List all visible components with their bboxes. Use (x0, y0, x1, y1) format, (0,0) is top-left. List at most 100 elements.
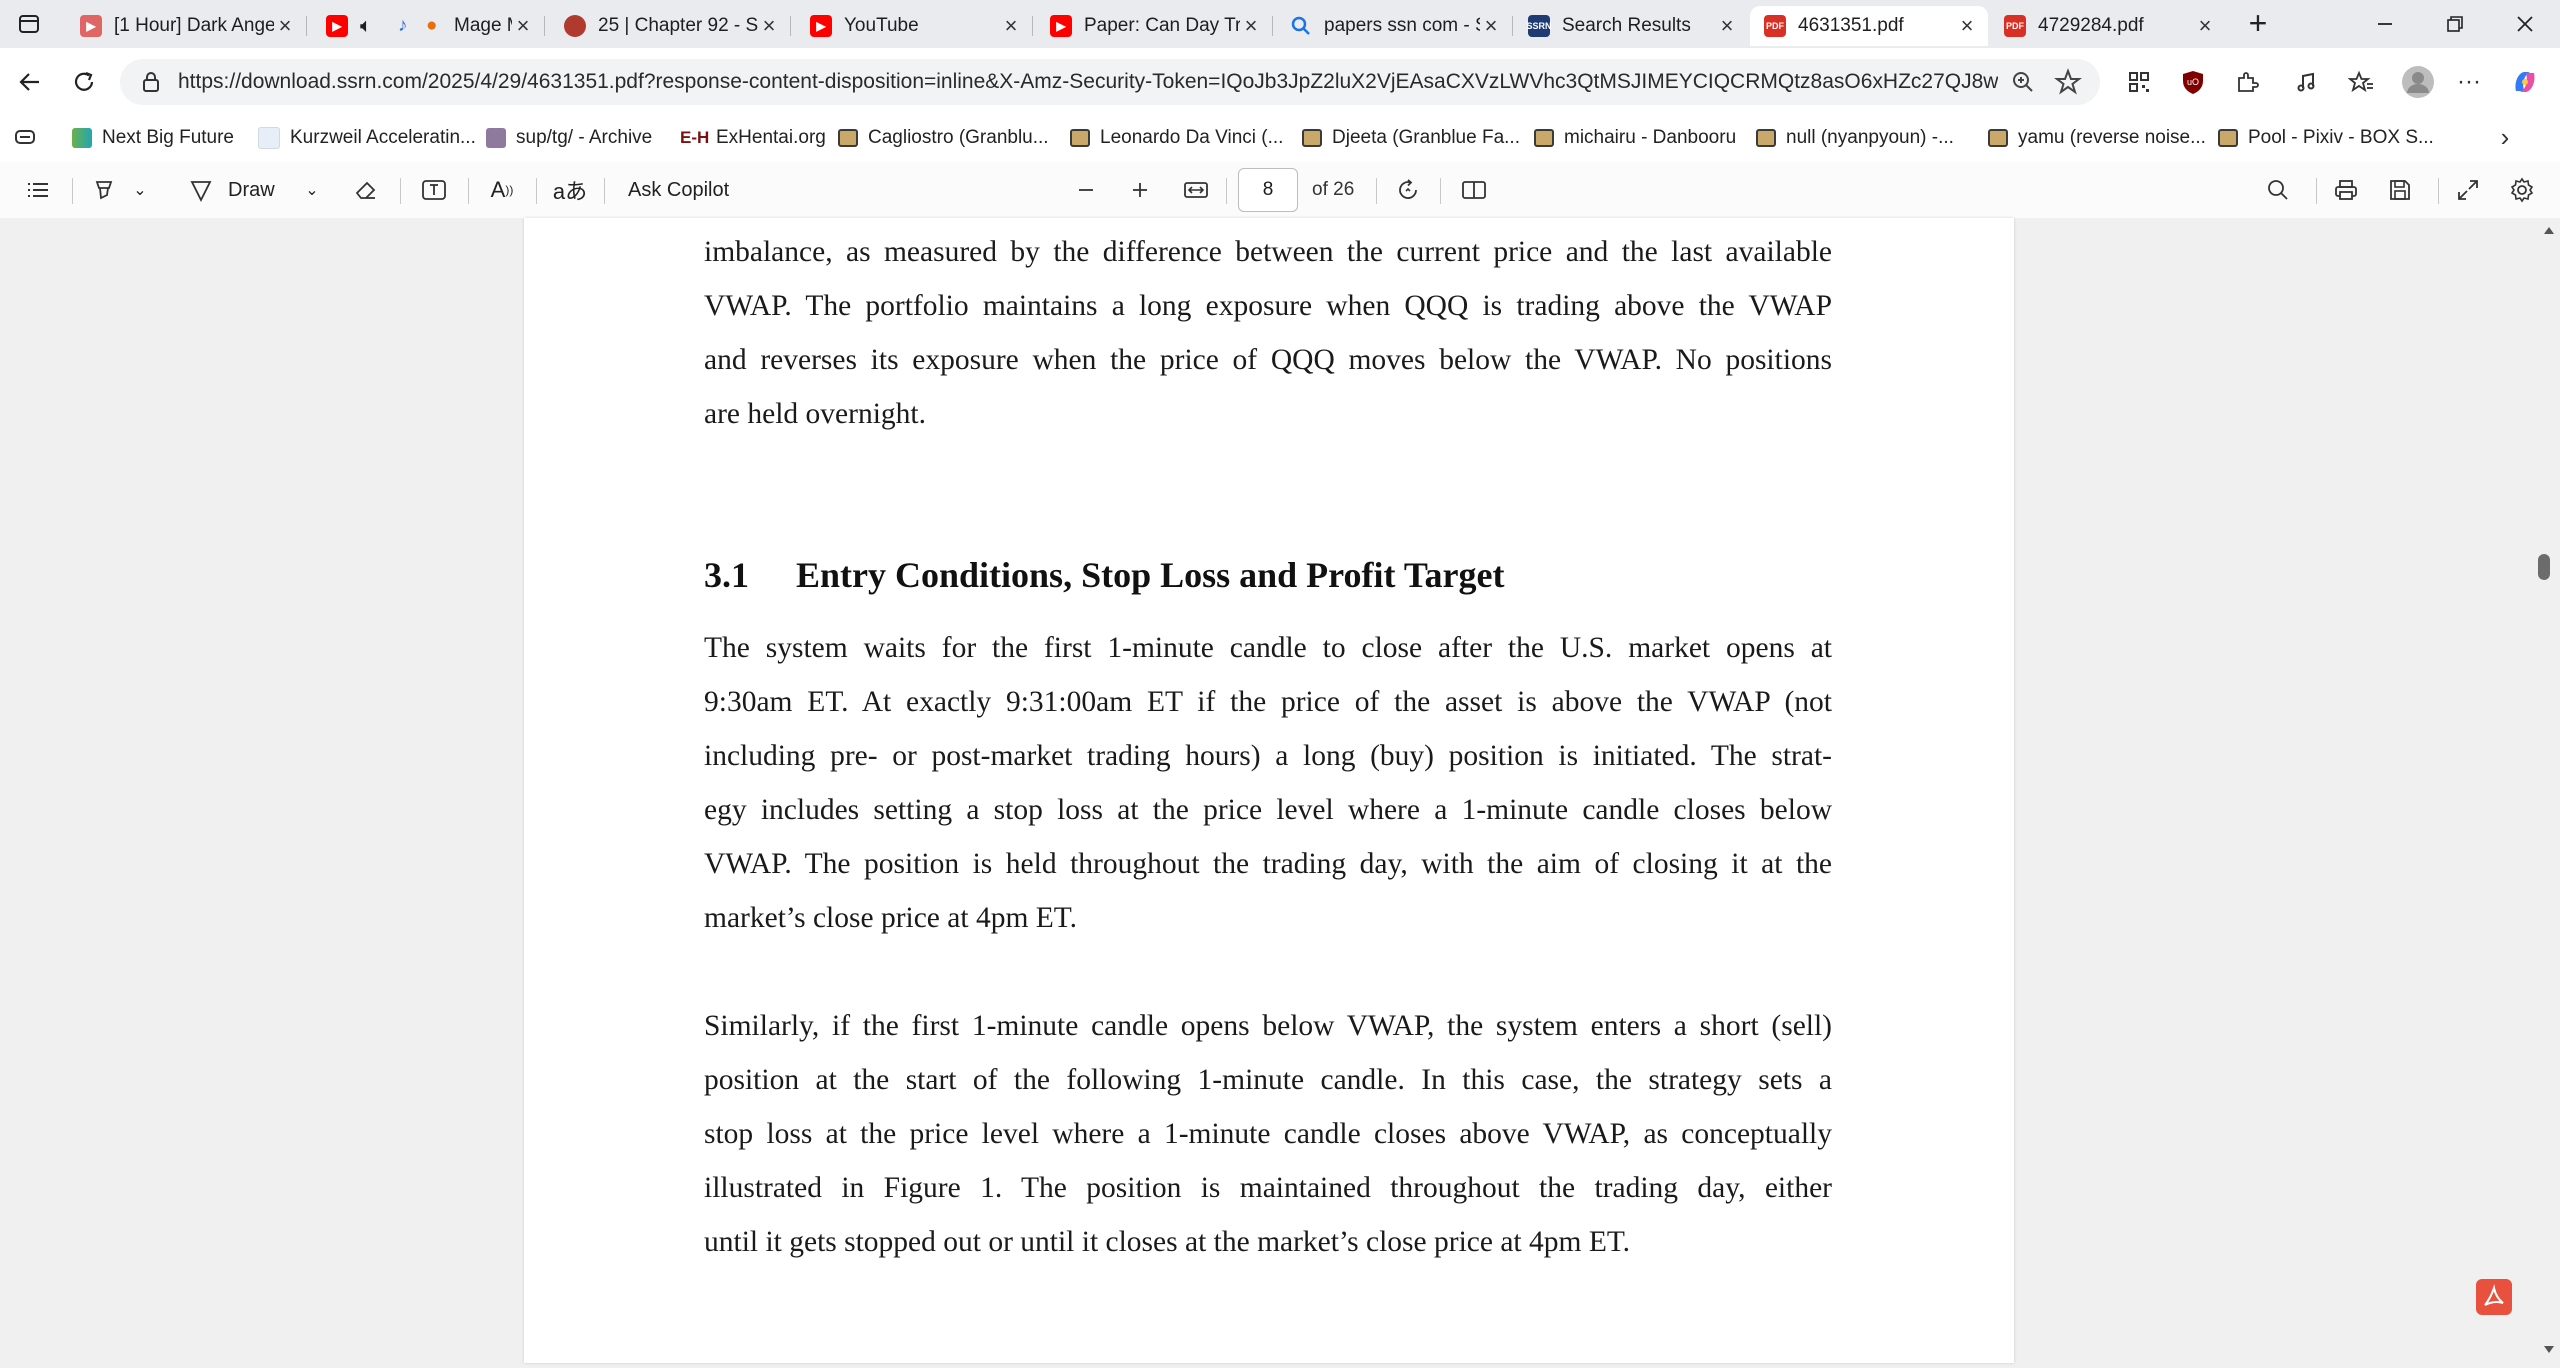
settings-gear-icon[interactable] (2504, 172, 2540, 208)
bookmark-item[interactable]: E-H ExHentai.org (680, 122, 826, 154)
tab-item[interactable]: ▶ 🔈︎ ♪ ● Mage Mage × (312, 6, 545, 46)
bookmark-item[interactable]: sup/tg/ - Archive (486, 122, 652, 154)
tab-item-active[interactable]: PDF 4631351.pdf × (1750, 6, 1988, 46)
fullscreen-icon[interactable] (2450, 172, 2486, 208)
page-view-icon[interactable] (1456, 172, 1492, 208)
pdf-toolbar: ⌄ Draw ⌄ A)) aあ Ask Copilot 8 of 26 (0, 162, 2560, 219)
tab-item[interactable]: PDF 4729284.pdf × (1990, 6, 2226, 46)
bookmark-folder[interactable]: Leonardo Da Vinci (... (1070, 122, 1283, 154)
body-text-line: egy includes setting a stop loss at the … (704, 794, 1832, 826)
bookmark-item[interactable]: Next Big Future (72, 122, 234, 154)
zoom-out-icon[interactable] (1070, 172, 1102, 208)
fit-width-icon[interactable] (1178, 172, 1214, 208)
body-text-line: stop loss at the price level where a 1-m… (704, 1118, 1832, 1150)
tab-item[interactable]: ▶ [1 Hour] Dark Angel × (66, 6, 307, 46)
lock-icon[interactable] (138, 69, 164, 95)
translate-icon[interactable]: aあ (550, 172, 590, 208)
close-icon[interactable]: × (1956, 13, 1978, 39)
vertical-scrollbar[interactable] (2540, 218, 2560, 1368)
ask-copilot-button[interactable]: Ask Copilot (628, 172, 778, 208)
scroll-down-icon[interactable] (2542, 1344, 2556, 1356)
zoom-in-icon[interactable] (1124, 172, 1156, 208)
media-control-icon[interactable] (2290, 65, 2324, 99)
save-icon[interactable] (2382, 172, 2418, 208)
draw-label: Draw (228, 178, 275, 201)
ask-copilot-label: Ask Copilot (628, 178, 730, 201)
bookmarks-bar: Next Big Future Kurzweil Acceleratin... … (0, 116, 2560, 163)
collections-icon[interactable] (10, 122, 40, 152)
eraser-icon[interactable] (348, 172, 384, 208)
bookmark-folder[interactable]: null (nyanpyoun) -... (1756, 122, 1954, 154)
close-icon[interactable]: × (2194, 13, 2216, 39)
section-heading: 3.1 Entry Conditions, Stop Loss and Profi… (704, 554, 1504, 596)
close-window-button[interactable] (2490, 0, 2560, 48)
tab-item[interactable]: SSRN Search Results × (1514, 6, 1748, 46)
copilot-icon[interactable] (2508, 65, 2542, 99)
tab-title: Search Results (1562, 15, 1691, 36)
youtube-icon: ▶ (810, 15, 832, 37)
bookmark-folder[interactable]: Pool - Pixiv - BOX S... (2218, 122, 2434, 154)
body-text-line: market’s close price at 4pm ET. (704, 902, 1077, 934)
pdf-viewer[interactable]: imbalance, as measured by the difference… (0, 218, 2560, 1368)
scroll-up-icon[interactable] (2542, 224, 2556, 236)
contents-list-icon[interactable] (20, 172, 56, 208)
favorite-star-icon[interactable] (2054, 68, 2082, 96)
close-icon[interactable]: × (1240, 13, 1262, 39)
page-number-input[interactable]: 8 (1238, 168, 1298, 212)
tab-actions-icon[interactable] (14, 10, 44, 38)
close-icon[interactable]: × (274, 13, 296, 39)
url-text[interactable]: https://download.ssrn.com/2025/4/29/4631… (178, 70, 1998, 94)
read-aloud-icon[interactable]: A)) (484, 172, 520, 208)
more-options-icon[interactable]: ··· (2452, 65, 2486, 99)
tab-item[interactable]: papers ssn com - S × (1276, 6, 1513, 46)
print-icon[interactable] (2328, 172, 2364, 208)
bookmark-folder[interactable]: yamu (reverse noise... (1988, 122, 2206, 154)
body-text-line: VWAP. The position is held throughout th… (704, 848, 1832, 880)
archive-icon (486, 128, 506, 148)
refresh-button[interactable] (64, 62, 104, 102)
body-text-line: are held overnight. (704, 398, 926, 430)
profile-avatar[interactable] (2398, 62, 2438, 102)
bookmark-folder[interactable]: michairu - Danbooru (1534, 122, 1736, 154)
restore-button[interactable] (2420, 0, 2490, 48)
close-icon[interactable]: × (1000, 13, 1022, 39)
close-icon[interactable]: × (758, 13, 780, 39)
tab-title: 4729284.pdf (2038, 15, 2144, 36)
chevron-down-icon[interactable]: ⌄ (128, 172, 152, 208)
chevron-right-icon[interactable]: › (2490, 122, 2520, 152)
search-icon[interactable] (2260, 172, 2296, 208)
extensions-icon[interactable] (2230, 65, 2264, 99)
bookmark-label: Djeeta (Granblue Fa... (1332, 127, 1520, 148)
tab-item[interactable]: ▶ Paper: Can Day Tra × (1036, 6, 1273, 46)
address-bar[interactable]: https://download.ssrn.com/2025/4/29/4631… (120, 59, 2100, 105)
acrobat-icon[interactable] (2476, 1279, 2512, 1315)
ublock-shield-icon[interactable]: uO (2176, 65, 2210, 99)
fire-icon: ● (426, 15, 438, 36)
new-tab-button[interactable]: + (2240, 7, 2276, 40)
speaker-icon[interactable]: 🔈︎ (360, 15, 388, 38)
folder-icon (2218, 129, 2238, 147)
text-box-icon[interactable] (416, 172, 452, 208)
close-icon[interactable]: × (512, 13, 534, 39)
youtube-icon: ▶ (80, 15, 102, 37)
tab-item[interactable]: ▶ YouTube × (796, 6, 1033, 46)
tab-item[interactable]: 25 | Chapter 92 - S × (550, 6, 791, 46)
highlight-icon[interactable] (86, 172, 122, 208)
favorites-icon[interactable] (2344, 65, 2378, 99)
body-text-line: until it gets stopped out or until it cl… (704, 1226, 1631, 1258)
qr-code-icon[interactable] (2122, 65, 2156, 99)
zoom-icon[interactable] (2010, 69, 2036, 95)
body-text-line: position at the start of the following 1… (704, 1064, 1832, 1096)
scrollbar-thumb[interactable] (2538, 554, 2550, 580)
back-button[interactable] (10, 62, 50, 102)
close-icon[interactable]: × (1716, 13, 1738, 39)
page-icon (258, 127, 280, 149)
bookmark-folder[interactable]: Djeeta (Granblue Fa... (1302, 122, 1520, 154)
rotate-icon[interactable] (1390, 172, 1426, 208)
bookmark-folder[interactable]: Cagliostro (Granblu... (838, 122, 1049, 154)
minimize-button[interactable] (2350, 0, 2420, 48)
close-icon[interactable]: × (1480, 13, 1502, 39)
chevron-down-icon[interactable]: ⌄ (300, 172, 324, 208)
section-number: 3.1 (704, 555, 749, 595)
bookmark-item[interactable]: Kurzweil Acceleratin... (258, 122, 476, 154)
